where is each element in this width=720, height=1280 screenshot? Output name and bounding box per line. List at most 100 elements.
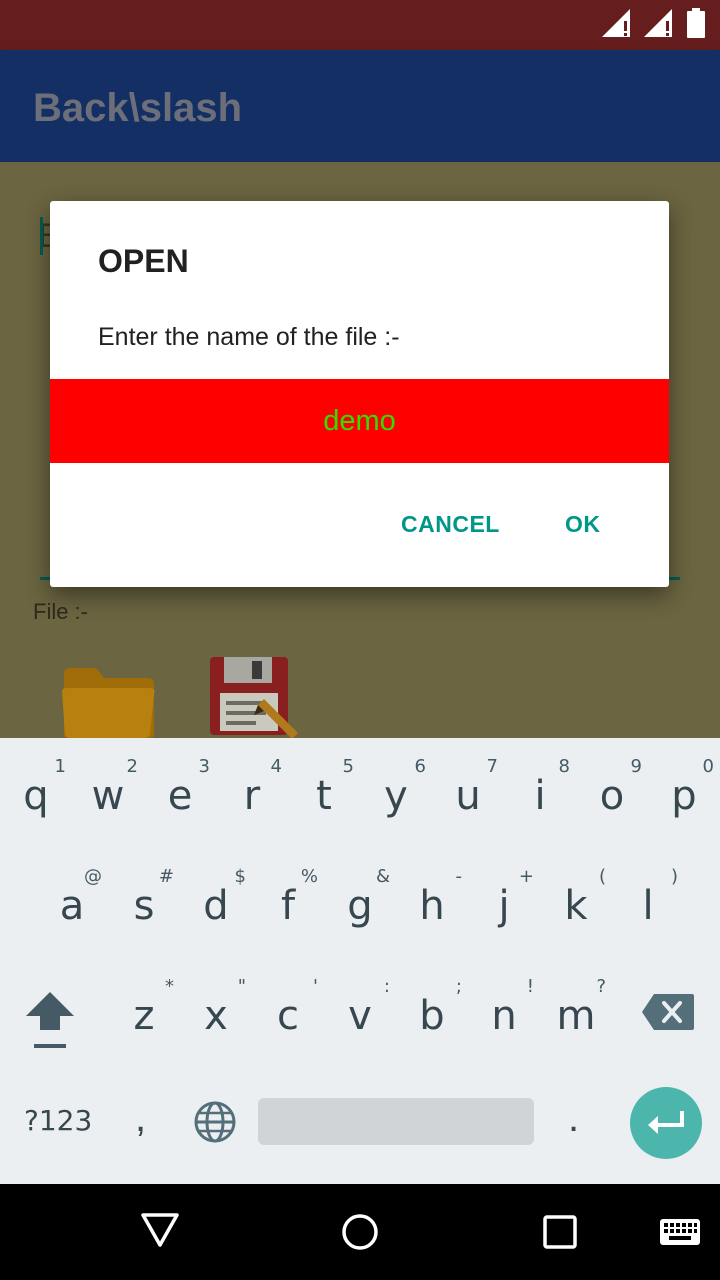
key-hint: : — [383, 976, 390, 997]
key-u[interactable]: 7u — [432, 756, 504, 819]
open-file-dialog: OPEN Enter the name of the file :- demo … — [50, 201, 669, 587]
key-label: g — [347, 883, 373, 929]
period-key[interactable]: . — [568, 1096, 579, 1141]
key-hint: 3 — [198, 756, 210, 777]
key-g[interactable]: & g — [324, 866, 396, 929]
key-hint: ; — [455, 976, 462, 997]
key-label: p — [671, 773, 697, 819]
key-label: e — [167, 773, 193, 819]
key-hint: % — [300, 866, 318, 887]
key-hint: $ — [234, 866, 246, 887]
shift-key[interactable] — [22, 988, 78, 1052]
battery-icon — [686, 7, 706, 43]
key-hint: # — [158, 866, 174, 887]
key-hint: 7 — [486, 756, 498, 777]
key-label: f — [280, 883, 296, 929]
signal-icon — [602, 8, 632, 42]
globe-icon[interactable] — [193, 1100, 237, 1144]
dialog-message: Enter the name of the file :- — [98, 323, 400, 351]
key-b[interactable]: ; b — [396, 976, 468, 1036]
key-label: h — [419, 883, 445, 929]
key-hint: 0 — [702, 756, 714, 777]
status-icons — [602, 7, 706, 43]
key-label: r — [243, 773, 261, 819]
key-label: z — [133, 993, 155, 1039]
key-label: s — [133, 883, 155, 929]
key-label: i — [534, 773, 546, 819]
key-label: j — [498, 883, 510, 929]
home-icon[interactable] — [340, 1212, 380, 1257]
key-hint: @ — [84, 866, 102, 887]
key-hint: 2 — [126, 756, 138, 777]
key-hint: * — [165, 976, 174, 997]
key-i[interactable]: 8i — [504, 756, 576, 819]
file-label: File :- — [33, 599, 88, 624]
key-c[interactable]: ' c — [252, 976, 324, 1039]
signal-icon-2 — [644, 8, 674, 42]
key-r[interactable]: 4r — [216, 756, 288, 819]
key-hint: ? — [596, 976, 606, 997]
key-d[interactable]: $ d — [180, 866, 252, 929]
key-hint: 4 — [270, 756, 282, 777]
key-label: m — [556, 993, 596, 1039]
key-hint: ) — [670, 866, 678, 887]
key-label: u — [455, 773, 481, 819]
key-label: k — [564, 883, 588, 929]
back-icon[interactable] — [140, 1212, 180, 1253]
key-h[interactable]: -h — [396, 866, 468, 929]
key-x[interactable]: " x — [180, 976, 252, 1036]
key-s[interactable]: # s — [108, 866, 180, 929]
key-hint: ! — [526, 976, 534, 997]
spacebar[interactable] — [258, 1098, 534, 1145]
key-k[interactable]: (k — [540, 866, 612, 929]
backspace-key[interactable] — [640, 992, 696, 1032]
key-hint: & — [375, 866, 390, 887]
key-hint: 1 — [54, 756, 66, 777]
comma-key[interactable]: , — [135, 1096, 146, 1141]
key-hint: ' — [313, 976, 318, 997]
app-title: Back\slash — [33, 86, 243, 130]
key-label: v — [348, 993, 372, 1039]
key-z[interactable]: * z — [108, 976, 180, 1039]
keyboard-switch-icon[interactable] — [659, 1218, 701, 1251]
key-e[interactable]: 3e — [144, 756, 216, 819]
save-file-icon[interactable] — [210, 657, 300, 744]
navigation-bar — [0, 1184, 720, 1280]
key-j[interactable]: + j — [468, 866, 540, 929]
key-p[interactable]: 0p — [648, 756, 720, 819]
key-label: n — [491, 993, 517, 1039]
key-n[interactable]: ! n — [468, 976, 540, 1039]
key-label: q — [23, 773, 49, 819]
key-hint: 6 — [414, 756, 426, 777]
key-a[interactable]: @ a — [36, 866, 108, 926]
key-w[interactable]: 2w — [72, 756, 144, 819]
key-label: l — [642, 883, 654, 929]
key-label: o — [599, 773, 625, 819]
key-label: d — [203, 883, 229, 929]
key-q[interactable]: 1q — [0, 756, 72, 819]
ok-button[interactable]: OK — [565, 511, 601, 538]
key-f[interactable]: % f — [252, 866, 324, 929]
cancel-button[interactable]: CANCEL — [401, 511, 500, 538]
app-bar: Back\slash — [0, 50, 720, 162]
enter-key[interactable] — [630, 1087, 702, 1159]
key-hint: " — [237, 976, 246, 997]
key-l[interactable]: ) l — [612, 866, 684, 929]
key-label: y — [384, 773, 408, 819]
filename-input[interactable]: demo — [50, 379, 669, 463]
folder-icon[interactable] — [60, 664, 156, 745]
key-v[interactable]: :v — [324, 976, 396, 1039]
recents-icon[interactable] — [542, 1214, 578, 1255]
soft-keyboard: 1q2w3e4r5t6y7u8i9o0p @ a # s $ d% f & g - h + j(k) l … — [0, 738, 720, 1184]
key-t[interactable]: 5t — [288, 756, 360, 819]
key-o[interactable]: 9o — [576, 756, 648, 819]
dialog-title: OPEN — [98, 243, 189, 279]
key-hint: + — [518, 866, 534, 887]
symbols-key[interactable]: ?123 — [24, 1104, 92, 1137]
key-label: t — [316, 773, 332, 819]
status-bar — [0, 0, 720, 50]
key-label: c — [277, 993, 299, 1039]
key-label: w — [91, 773, 125, 819]
key-m[interactable]: ? m — [540, 976, 612, 1039]
key-y[interactable]: 6y — [360, 756, 432, 819]
